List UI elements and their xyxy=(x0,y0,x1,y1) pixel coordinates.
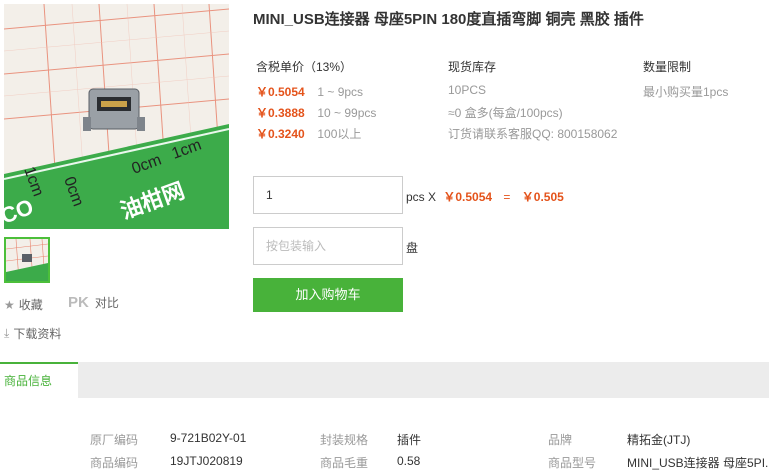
favorite-button[interactable]: ★ 收藏 xyxy=(4,296,43,313)
calc-total: ￥0.505 xyxy=(521,190,564,204)
price-tier: ￥0.3240 100以上 xyxy=(256,125,361,142)
download-label: 下载资料 xyxy=(13,327,62,341)
calc-equals: = xyxy=(503,190,511,204)
compare-label: 对比 xyxy=(94,296,119,310)
price-calculation: pcs X ￥0.5054 = ￥0.505 xyxy=(406,188,564,205)
spec-value: 9-721B02Y-01 xyxy=(170,431,247,445)
product-title: MINI_USB连接器 母座5PIN 180度直插弯脚 铜壳 黑胶 插件 xyxy=(253,11,644,28)
stock-qty: 10PCS xyxy=(448,83,487,97)
stock-boxes: ≈0 盒多(每盒/100pcs) xyxy=(448,106,563,120)
price-tier: ￥0.5054 1 ~ 9pcs xyxy=(256,83,363,100)
pack-unit: 盘 xyxy=(406,241,419,255)
pack-quantity-input[interactable]: 按包装输入 xyxy=(253,227,403,265)
calc-unit-price: ￥0.5054 xyxy=(443,190,493,204)
compare-button[interactable]: PK 对比 xyxy=(68,294,119,311)
price-tier: ￥0.3888 10 ~ 99pcs xyxy=(256,104,376,121)
product-thumbnail[interactable] xyxy=(4,237,50,283)
stock-header: 现货库存 xyxy=(448,60,497,74)
tab-product-info[interactable]: 商品信息 xyxy=(0,362,78,398)
info-tab-bar xyxy=(0,362,769,398)
spec-value: 精拓金(JTJ) xyxy=(627,433,691,447)
favorite-label: 收藏 xyxy=(18,298,43,312)
quantity-input[interactable]: 1 xyxy=(253,176,403,214)
add-to-cart-button[interactable]: 加入购物车 xyxy=(253,278,403,312)
spec-value: MINI_USB连接器 母座5PI... xyxy=(627,456,769,470)
spec-label: 商品型号 xyxy=(548,456,597,470)
spec-label: 商品编码 xyxy=(90,456,139,470)
tier-range: 1 ~ 9pcs xyxy=(317,85,364,99)
spec-label: 商品毛重 xyxy=(320,456,369,470)
pk-icon: PK xyxy=(68,294,89,311)
limit-header: 数量限制 xyxy=(643,60,692,74)
download-icon: ⤓ xyxy=(4,326,10,340)
spec-label: 封装规格 xyxy=(320,433,369,447)
download-docs-button[interactable]: ⤓ 下载资料 xyxy=(4,325,61,342)
star-icon: ★ xyxy=(4,297,15,312)
spec-label: 原厂编码 xyxy=(90,433,139,447)
stock-order-note: 订货请联系客服QQ: 800158062 xyxy=(448,127,618,141)
spec-value: 插件 xyxy=(397,433,422,447)
tier-range: 10 ~ 99pcs xyxy=(317,106,377,120)
product-main-image[interactable]: 1cm 0cm 0cm 1cm CO 油柑网 xyxy=(4,4,229,229)
qty-unit: pcs X xyxy=(406,190,437,204)
spec-label: 品牌 xyxy=(548,433,573,447)
spec-value: 19JTJ020819 xyxy=(170,454,243,468)
min-purchase: 最小购买量1pcs xyxy=(643,85,729,99)
tier-price: ￥0.3240 xyxy=(256,127,305,141)
price-header: 含税单价（13%） xyxy=(256,60,353,74)
spec-value: 0.58 xyxy=(397,454,421,468)
tier-price: ￥0.3888 xyxy=(256,106,305,120)
tier-range: 100以上 xyxy=(317,127,362,141)
tier-price: ￥0.5054 xyxy=(256,85,305,99)
